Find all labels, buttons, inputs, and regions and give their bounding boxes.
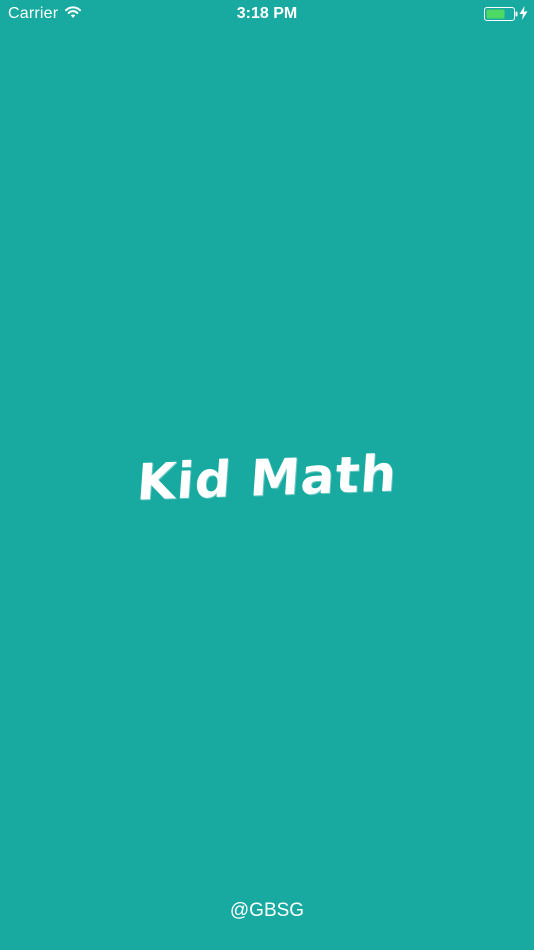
status-time: 3:18 PM [236, 5, 298, 22]
app-title: Kid Math [134, 444, 399, 512]
splash-screen: Carrier 3:18 PM Kid Math @GBSG [0, 0, 534, 950]
status-bar: Carrier 3:18 PM [0, 0, 534, 28]
footer-credit: @GBSG [229, 900, 305, 921]
battery-icon [484, 7, 518, 21]
charging-icon [519, 6, 528, 20]
app-logo: Kid Math [0, 443, 534, 513]
